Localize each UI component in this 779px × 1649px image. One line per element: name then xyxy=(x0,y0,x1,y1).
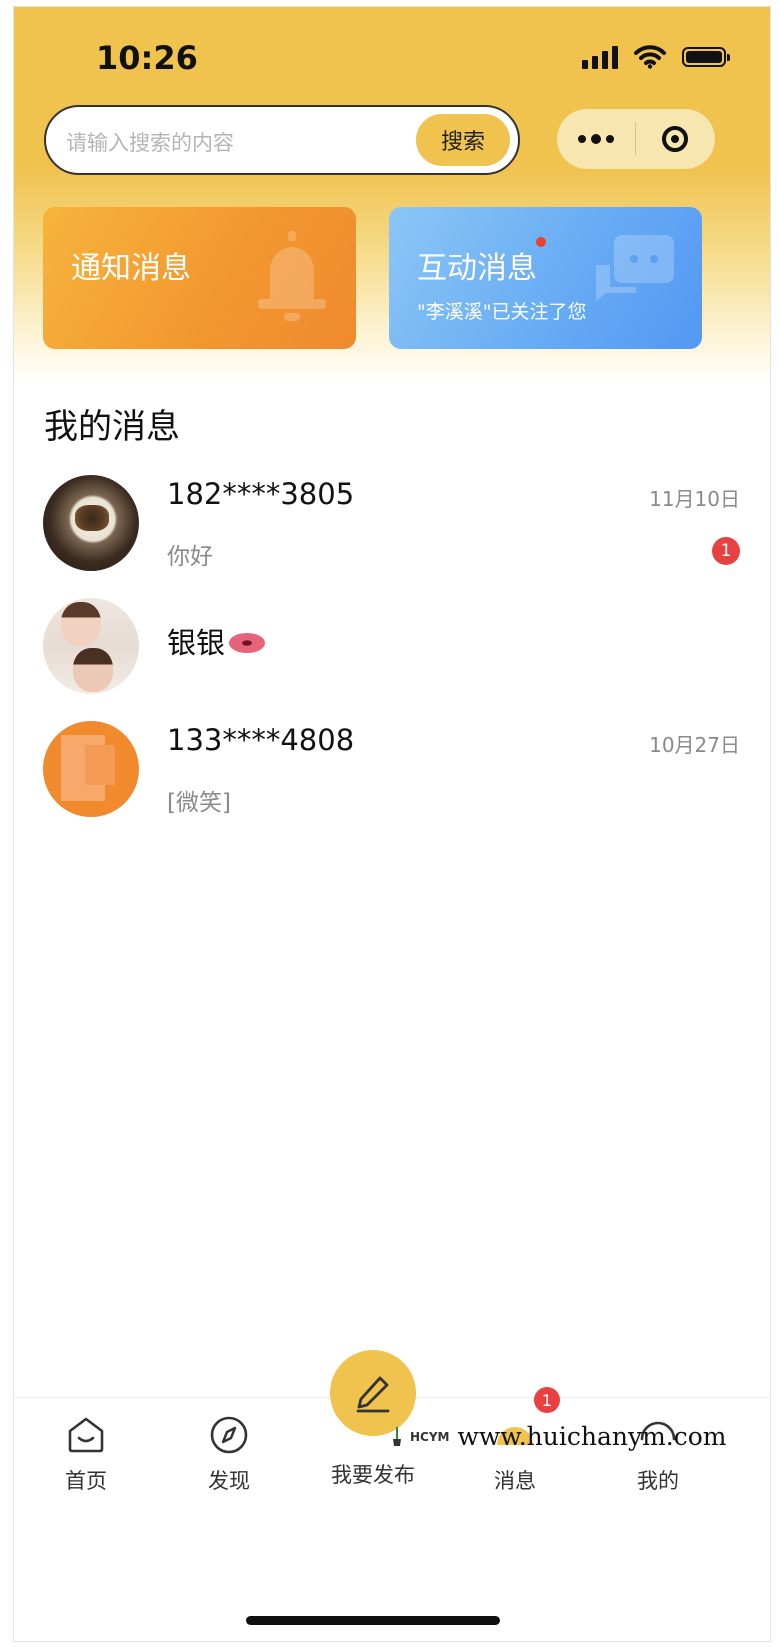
interact-card[interactable]: 互动消息 "李溪溪"已关注了您 xyxy=(389,207,702,349)
message-date: 11月10日 xyxy=(649,487,740,511)
interact-unread-dot xyxy=(536,237,546,247)
message-name: 银银 xyxy=(167,626,226,660)
message-name: 133****4808 xyxy=(167,723,355,757)
watermark-text: www.huichanym.com xyxy=(457,1422,727,1451)
message-item[interactable]: 182****3805 你好 11月10日 1 xyxy=(14,475,770,585)
message-item[interactable]: 133****4808 [微笑] 10月27日 xyxy=(14,721,770,831)
search-input[interactable]: 请输入搜索的内容 搜索 xyxy=(44,105,520,175)
notify-card-title: 通知消息 xyxy=(71,251,191,286)
avatar xyxy=(43,721,139,817)
interact-card-title: 互动消息 xyxy=(417,251,537,286)
status-icons xyxy=(582,45,730,69)
message-preview: 你好 xyxy=(167,544,213,570)
watermark-logo: HCYM xyxy=(410,1429,450,1444)
avatar xyxy=(43,475,139,571)
unread-badge: 1 xyxy=(712,537,740,565)
watermark: HCYM www.huichanym.com xyxy=(392,1422,727,1451)
tab-label: 消息 xyxy=(494,1469,536,1493)
lips-emoji-icon xyxy=(229,633,266,653)
section-title: 我的消息 xyxy=(44,407,180,447)
chat-bubble-icon xyxy=(596,235,674,301)
message-name-row: 银银 xyxy=(167,620,266,662)
tab-label: 首页 xyxy=(65,1469,107,1493)
interact-card-subtitle: "李溪溪"已关注了您 xyxy=(417,301,587,323)
tab-label: 发现 xyxy=(208,1469,250,1493)
message-date: 10月27日 xyxy=(649,733,740,757)
tab-label: 我的 xyxy=(637,1469,679,1493)
search-placeholder: 请输入搜索的内容 xyxy=(66,131,234,155)
compass-icon xyxy=(210,1416,248,1454)
message-preview: [微笑] xyxy=(167,790,231,816)
pencil-icon xyxy=(356,1376,390,1413)
avatar xyxy=(43,598,139,694)
tab-discover[interactable]: 发现 xyxy=(179,1415,279,1495)
status-time: 10:26 xyxy=(96,39,198,77)
signal-icon xyxy=(582,45,618,69)
tab-label[interactable]: 我要发布 xyxy=(310,1459,436,1489)
battery-icon xyxy=(682,47,730,67)
wifi-icon xyxy=(634,45,666,69)
shovel-icon xyxy=(393,1426,401,1446)
home-indicator xyxy=(246,1616,500,1625)
home-icon xyxy=(68,1417,104,1453)
close-miniapp-icon[interactable] xyxy=(636,126,714,152)
message-name: 182****3805 xyxy=(167,477,355,511)
bell-icon xyxy=(258,231,326,321)
tab-home[interactable]: 首页 xyxy=(36,1415,136,1495)
notify-card[interactable]: 通知消息 xyxy=(43,207,356,349)
more-icon[interactable] xyxy=(557,133,635,144)
search-button[interactable]: 搜索 xyxy=(416,114,510,166)
tab-badge: 1 xyxy=(534,1387,560,1413)
miniapp-capsule xyxy=(557,109,715,169)
message-item[interactable]: 银银 xyxy=(14,598,770,708)
phone-screen: 10:26 请输入搜索的内容 搜索 通知消息 互动消息 "李溪溪"已关注了您 我… xyxy=(13,6,771,1642)
